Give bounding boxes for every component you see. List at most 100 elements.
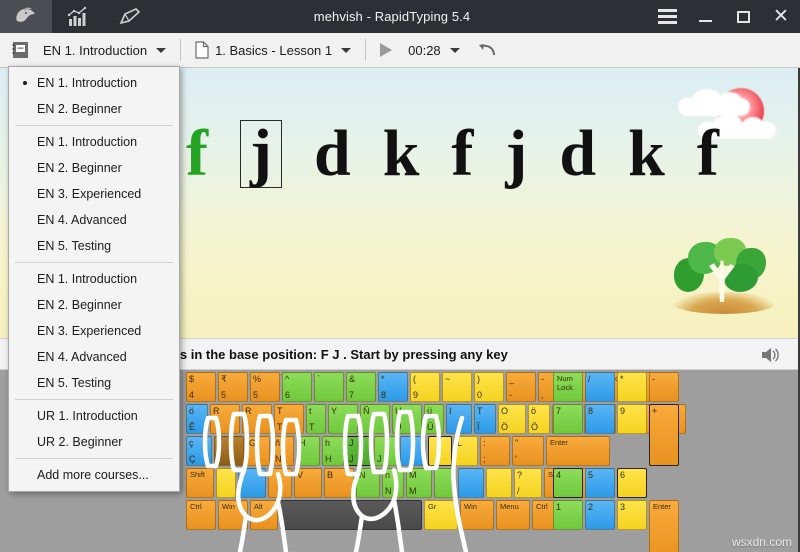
keyboard-key[interactable]: ^ 6 — [282, 372, 312, 402]
menu-item-course[interactable]: EN 1. Introduction — [9, 266, 179, 292]
menu-item-course[interactable]: UR 2. Beginner — [9, 429, 179, 455]
play-button[interactable] — [372, 33, 400, 68]
keyboard-key[interactable]: 1 — [553, 500, 583, 530]
keyboard-key[interactable]: Win — [218, 500, 248, 530]
keyboard-key[interactable]: J — [374, 436, 398, 466]
keyboard-key[interactable]: JJ — [346, 436, 372, 466]
keyboard-key[interactable]: üÜ — [424, 404, 444, 434]
keyboard-key[interactable]: 9 — [617, 404, 647, 434]
course-selector[interactable]: EN 1. Introduction — [35, 33, 174, 68]
keyboard-key[interactable]: $4 — [186, 372, 216, 402]
keyboard-key[interactable]: Num Lock — [553, 372, 583, 402]
keyboard-key[interactable]: MM — [406, 468, 432, 498]
course-book-icon[interactable] — [5, 33, 35, 68]
menu-item-course[interactable]: Add more courses... — [9, 462, 179, 488]
keyboard-key[interactable]: 5 — [585, 468, 615, 498]
keyboard-key[interactable]: ñN — [272, 436, 294, 466]
keyboard-key[interactable]: H — [296, 436, 320, 466]
keyboard-key[interactable] — [280, 500, 422, 530]
keyboard-key[interactable] — [216, 468, 236, 498]
keyboard-key[interactable]: UÜ — [392, 404, 422, 434]
keyboard-key[interactable]: hH — [322, 436, 344, 466]
menu-item-course[interactable]: EN 2. Beginner — [9, 155, 179, 181]
menu-item-course[interactable]: EN 5. Testing — [9, 233, 179, 259]
keyboard-key[interactable]: 6 — [617, 468, 647, 498]
lesson-selector[interactable]: 1. Basics - Lesson 1 — [187, 33, 359, 68]
statistics-icon[interactable] — [52, 0, 104, 33]
keyboard-key[interactable]: Y — [328, 404, 358, 434]
keyboard-key[interactable]: ? / — [514, 468, 542, 498]
keyboard-key[interactable]: :; — [480, 436, 510, 466]
keyboard-key[interactable]: Ctrl — [186, 500, 216, 530]
keyboard-key[interactable]: L — [454, 436, 478, 466]
keyboard-key[interactable]: Alt — [250, 500, 278, 530]
keyboard-key[interactable]: tT — [306, 404, 326, 434]
keyboard-key[interactable]: V — [294, 468, 322, 498]
app-menu-button[interactable] — [648, 0, 686, 33]
keyboard-key[interactable] — [214, 436, 244, 466]
menu-item-course[interactable]: EN 4. Advanced — [9, 207, 179, 233]
keyboard-key[interactable] — [428, 436, 452, 466]
keyboard-key[interactable]: 4 — [553, 468, 583, 498]
keyboard-key[interactable] — [400, 436, 426, 466]
keyboard-key[interactable]: nN — [382, 468, 404, 498]
keyboard-key[interactable]: G — [246, 436, 270, 466]
keyboard-key[interactable]: Win — [460, 500, 494, 530]
keyboard-key[interactable]: TT — [274, 404, 304, 434]
keyboard-key[interactable]: + — [649, 404, 679, 466]
close-button[interactable]: ✕ — [762, 0, 800, 33]
keyboard-key[interactable]: ₹5 — [218, 372, 248, 402]
keyboard-key[interactable] — [434, 468, 456, 498]
keyboard-key[interactable]: " ' — [512, 436, 544, 466]
keyboard-key[interactable]: % 5 — [250, 372, 280, 402]
maximize-button[interactable] — [724, 0, 762, 33]
keyboard-key[interactable]: (9 — [410, 372, 440, 402]
timer-display[interactable]: 00:28 — [400, 33, 468, 68]
menu-item-course[interactable]: EN 2. Beginner — [9, 292, 179, 318]
keyboard-key[interactable]: Gr — [424, 500, 458, 530]
keyboard-key[interactable] — [458, 468, 484, 498]
undo-button[interactable] — [468, 33, 506, 68]
keyboard-key[interactable]: _ - — [506, 372, 536, 402]
keyboard-key[interactable]: & 7 — [346, 372, 376, 402]
keyboard-key[interactable]: R — [210, 404, 240, 434]
keyboard-key[interactable]: 7 — [553, 404, 583, 434]
keyboard-key[interactable] — [486, 468, 512, 498]
menu-item-course[interactable]: EN 1. Introduction — [9, 129, 179, 155]
keyboard-key[interactable]: R — [242, 404, 272, 434]
keyboard-key[interactable]: Enter — [649, 500, 679, 552]
minimize-button[interactable] — [686, 0, 724, 33]
keyboard-key[interactable]: * 8 — [378, 372, 408, 402]
keyboard-key[interactable]: / — [585, 372, 615, 402]
menu-item-course[interactable]: EN 2. Beginner — [9, 96, 179, 122]
menu-item-course[interactable]: EN 4. Advanced — [9, 344, 179, 370]
menu-item-course[interactable]: EN 3. Experienced — [9, 318, 179, 344]
keyboard-key[interactable]: * — [617, 372, 647, 402]
menu-item-course[interactable]: EN 5. Testing — [9, 370, 179, 396]
keyboard-key[interactable]: TÏ — [474, 404, 496, 434]
keyboard-key[interactable]: ~ — [442, 372, 472, 402]
keyboard-key[interactable]: Ñ — [360, 404, 390, 434]
editor-icon[interactable] — [104, 0, 156, 33]
keyboard-key[interactable]: Menu — [496, 500, 530, 530]
keyboard-key[interactable]: çÇ — [186, 436, 212, 466]
keyboard-key[interactable]: I — [446, 404, 472, 434]
keyboard-key[interactable]: B — [324, 468, 354, 498]
keyboard-key[interactable]: ) 0 — [474, 372, 504, 402]
menu-item-course[interactable]: UR 1. Introduction — [9, 403, 179, 429]
keyboard-key[interactable]: Shift — [186, 468, 214, 498]
menu-item-course[interactable]: EN 1. Introduction — [9, 70, 179, 96]
keyboard-key[interactable] — [238, 468, 266, 498]
keyboard-key[interactable]: 2 — [585, 500, 615, 530]
keyboard-key[interactable]: ` — [314, 372, 344, 402]
keyboard-key[interactable] — [268, 468, 292, 498]
keyboard-key[interactable]: - — [649, 372, 679, 402]
keyboard-key[interactable]: 3 — [617, 500, 647, 530]
sound-toggle-button[interactable] — [760, 346, 780, 364]
menu-item-course[interactable]: EN 3. Experienced — [9, 181, 179, 207]
course-dropdown-menu[interactable]: EN 1. Introduction EN 2. Beginner EN 1. In… — [8, 66, 180, 492]
keyboard-key[interactable]: 8 — [585, 404, 615, 434]
keyboard-key[interactable]: öÊ — [186, 404, 208, 434]
keyboard-key[interactable]: OÖ — [498, 404, 526, 434]
lesson-icon[interactable] — [0, 0, 52, 33]
